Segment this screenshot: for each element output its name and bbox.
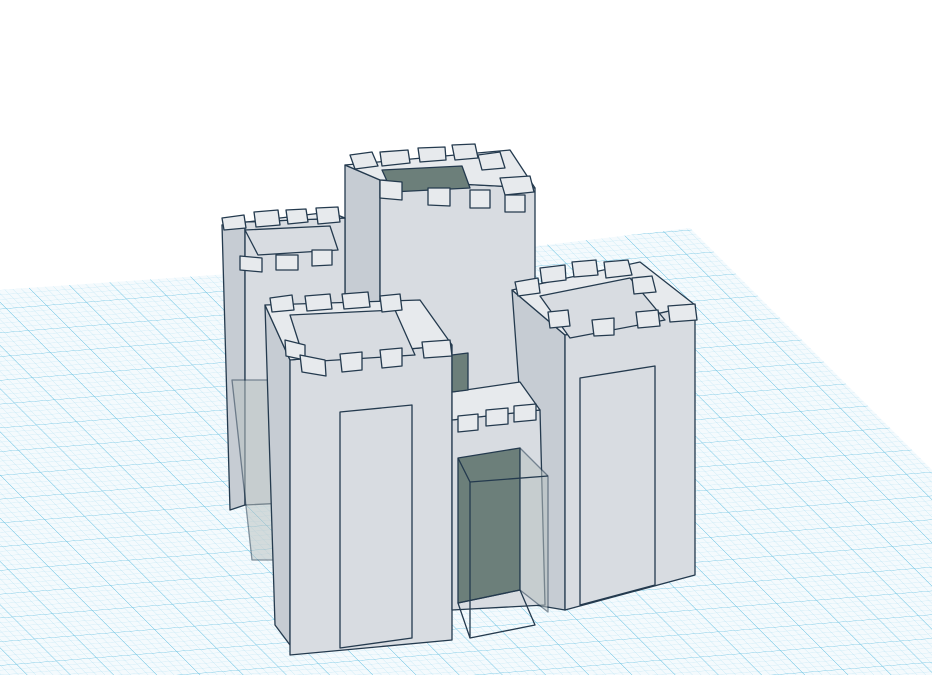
front-left-tower[interactable]: [265, 292, 452, 655]
3d-viewport[interactable]: [0, 0, 932, 675]
castle-model[interactable]: [222, 144, 697, 655]
